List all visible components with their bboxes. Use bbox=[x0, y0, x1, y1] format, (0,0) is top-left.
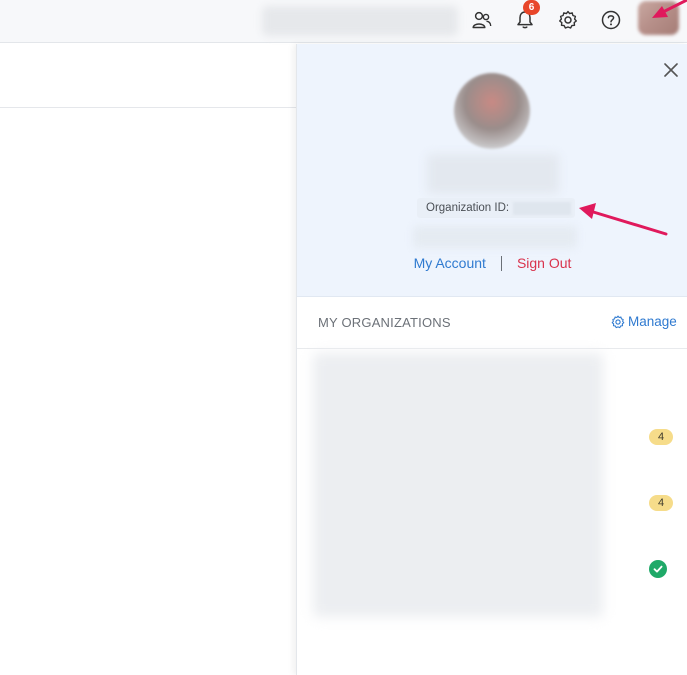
my-account-link[interactable]: My Account bbox=[414, 255, 486, 271]
organization-count-badge: 4 bbox=[649, 495, 673, 511]
profile-avatar bbox=[454, 73, 530, 149]
organizations-header: MY ORGANIZATIONS Manage bbox=[297, 297, 687, 349]
user-email-redacted bbox=[413, 226, 577, 248]
manage-button[interactable]: Manage bbox=[611, 314, 677, 329]
help-icon[interactable] bbox=[595, 4, 627, 36]
link-divider bbox=[500, 255, 502, 271]
organization-id-label: Organization ID: bbox=[426, 202, 510, 214]
content-divider bbox=[0, 107, 296, 108]
check-icon bbox=[649, 560, 667, 578]
user-name-redacted bbox=[427, 154, 559, 194]
redacted-region bbox=[262, 6, 458, 36]
organization-item[interactable] bbox=[313, 356, 673, 396]
organizations-title: MY ORGANIZATIONS bbox=[318, 315, 451, 330]
user-avatar-button[interactable] bbox=[638, 1, 679, 35]
organization-item[interactable]: 4 bbox=[313, 420, 673, 460]
profile-panel: Organization ID: My Account Sign Out MY … bbox=[296, 44, 687, 675]
organization-count-badge: 4 bbox=[649, 429, 673, 445]
top-bar: 6 bbox=[0, 0, 687, 43]
organization-item-active[interactable] bbox=[313, 553, 673, 593]
profile-header: Organization ID: My Account Sign Out bbox=[297, 44, 687, 297]
organization-id-value-redacted bbox=[513, 201, 572, 215]
account-links: My Account Sign Out bbox=[297, 254, 687, 272]
users-icon[interactable] bbox=[466, 4, 498, 36]
organization-item[interactable]: 4 bbox=[313, 486, 673, 526]
gear-icon[interactable] bbox=[552, 4, 584, 36]
notification-count-badge: 6 bbox=[523, 0, 540, 15]
manage-label: Manage bbox=[628, 314, 677, 329]
gear-icon bbox=[611, 315, 625, 328]
close-icon[interactable] bbox=[661, 60, 681, 80]
sign-out-link[interactable]: Sign Out bbox=[517, 255, 571, 271]
organization-id: Organization ID: bbox=[417, 198, 575, 218]
